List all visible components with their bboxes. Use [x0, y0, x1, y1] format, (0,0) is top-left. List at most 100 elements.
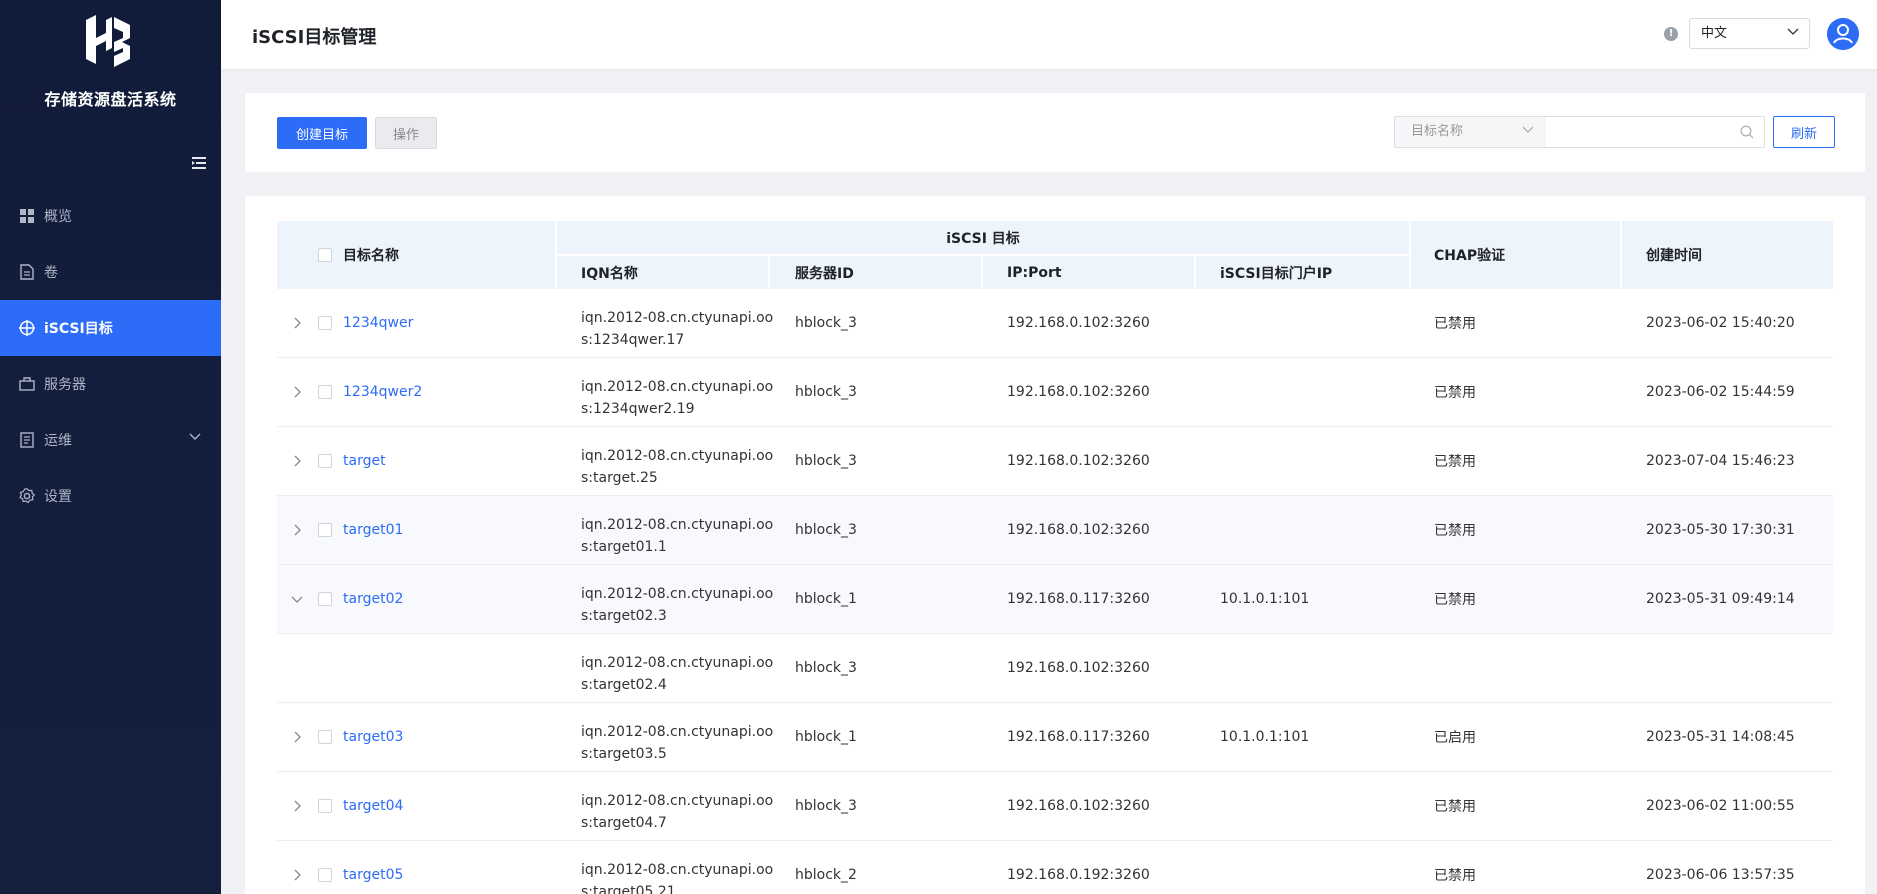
select-all-checkbox[interactable] — [318, 248, 332, 262]
server-id-cell: hblock_2 — [795, 867, 857, 883]
sidebar-item-settings[interactable]: 设置 — [0, 468, 221, 524]
target-name-link[interactable]: 1234qwer2 — [343, 384, 422, 400]
chevron-right-icon[interactable] — [291, 386, 303, 398]
portal-ip-cell: 10.1.0.1:101 — [1220, 591, 1310, 607]
chap-status-cell: 已启用 — [1434, 730, 1476, 746]
chevron-right-icon[interactable] — [291, 869, 303, 881]
sidebar-item-servers[interactable]: 服务器 — [0, 356, 221, 412]
refresh-button[interactable]: 刷新 — [1773, 116, 1835, 148]
target-icon — [18, 319, 36, 337]
search-icon[interactable] — [1740, 125, 1754, 139]
menu-collapse-icon[interactable] — [192, 156, 208, 170]
chevron-right-icon[interactable] — [291, 455, 303, 467]
language-select[interactable]: 中文 — [1689, 18, 1810, 49]
table-row[interactable]: target04 iqn.2012-08.cn.ctyunapi.oo s:targ… — [277, 772, 1833, 841]
ip-port-cell: 192.168.0.102:3260 — [1007, 453, 1150, 469]
create-target-button[interactable]: 创建目标 — [277, 117, 367, 149]
created-time-cell: 2023-05-31 14:08:45 — [1646, 729, 1795, 745]
row-checkbox[interactable] — [318, 592, 332, 606]
server-id-cell: hblock_3 — [795, 453, 857, 469]
table-row[interactable]: 1234qwer2 iqn.2012-08.cn.ctyunapi.oo s:123… — [277, 358, 1833, 427]
language-value: 中文 — [1701, 26, 1728, 41]
server-id-cell: hblock_3 — [795, 315, 857, 331]
sidebar: 存储资源盘活系统 概览 卷 iSCSI目标 服务器 运维 设置 — [0, 0, 221, 894]
sidebar-item-iscsi-targets[interactable]: iSCSI目标 — [0, 300, 221, 356]
server-id-cell: hblock_1 — [795, 591, 857, 607]
chap-status-cell: 已禁用 — [1434, 592, 1476, 608]
toolbar: 创建目标 操作 目标名称 刷新 — [245, 93, 1865, 172]
table-row[interactable]: target05 iqn.2012-08.cn.ctyunapi.oo s:targ… — [277, 841, 1833, 894]
ip-port-cell: 192.168.0.102:3260 — [1007, 798, 1150, 814]
search-input[interactable] — [1546, 116, 1765, 148]
target-name-link[interactable]: 1234qwer — [343, 315, 413, 331]
iqn-cell: iqn.2012-08.cn.ctyunapi.oo s:target03.5 — [581, 709, 773, 765]
search-field-select[interactable]: 目标名称 — [1394, 116, 1547, 148]
search-field-value: 目标名称 — [1411, 124, 1464, 139]
info-icon[interactable]: ! — [1664, 27, 1678, 41]
server-id-cell: hblock_3 — [795, 522, 857, 538]
chevron-right-icon[interactable] — [291, 731, 303, 743]
created-time-cell: 2023-06-02 15:44:59 — [1646, 384, 1795, 400]
created-time-cell: 2023-06-02 11:00:55 — [1646, 798, 1795, 814]
header-iqn: IQN名称 — [581, 265, 638, 282]
iqn-line-2: s:target02.4 — [581, 677, 667, 693]
table-row[interactable]: target01 iqn.2012-08.cn.ctyunapi.oo s:targ… — [277, 496, 1833, 565]
targets-table: 目标名称 iSCSI 目标 IQN名称 服务器ID IP:Port iSCSI目… — [245, 196, 1865, 894]
iqn-line-1: iqn.2012-08.cn.ctyunapi.oo — [581, 862, 774, 878]
server-id-cell: hblock_1 — [795, 729, 857, 745]
portal-ip-cell: 10.1.0.1:101 — [1220, 729, 1310, 745]
chap-status-cell: 已禁用 — [1434, 799, 1476, 815]
table-row[interactable]: iqn.2012-08.cn.ctyunapi.oo s:target02.4 hb… — [277, 634, 1833, 703]
iqn-line-2: s:target03.5 — [581, 746, 667, 762]
sidebar-item-volumes[interactable]: 卷 — [0, 244, 221, 300]
iqn-line-2: s:target01.1 — [581, 539, 667, 555]
target-name-link[interactable]: target — [343, 453, 386, 469]
target-name-link[interactable]: target01 — [343, 522, 403, 538]
chevron-right-icon[interactable] — [291, 524, 303, 536]
target-name-link[interactable]: target05 — [343, 867, 403, 883]
row-checkbox[interactable] — [318, 523, 332, 537]
iqn-cell: iqn.2012-08.cn.ctyunapi.oo s:target01.1 — [581, 502, 773, 558]
page-title: iSCSI目标管理 — [252, 27, 377, 48]
iqn-line-2: s:target02.3 — [581, 608, 667, 624]
table-row[interactable]: 1234qwer iqn.2012-08.cn.ctyunapi.oo s:1234… — [277, 289, 1833, 358]
user-avatar-icon[interactable] — [1827, 18, 1859, 50]
sidebar-item-ops[interactable]: 运维 — [0, 412, 221, 468]
chap-status-cell: 已禁用 — [1434, 868, 1476, 884]
ip-port-cell: 192.168.0.117:3260 — [1007, 729, 1150, 745]
table-row[interactable]: target02 iqn.2012-08.cn.ctyunapi.oo s:targ… — [277, 565, 1833, 634]
sidebar-item-overview[interactable]: 概览 — [0, 188, 221, 244]
chevron-right-icon[interactable] — [291, 317, 303, 329]
chevron-down-icon[interactable] — [291, 593, 303, 605]
sidebar-item-label: 运维 — [44, 433, 72, 449]
row-checkbox[interactable] — [318, 868, 332, 882]
iqn-line-2: s:1234qwer2.19 — [581, 401, 695, 417]
server-id-cell: hblock_3 — [795, 798, 857, 814]
sidebar-item-label: 设置 — [44, 489, 72, 505]
created-time-cell: 2023-05-31 09:49:14 — [1646, 591, 1795, 607]
row-checkbox[interactable] — [318, 385, 332, 399]
top-header: iSCSI目标管理 ! 中文 — [221, 0, 1877, 69]
target-name-link[interactable]: target04 — [343, 798, 403, 814]
iqn-line-1: iqn.2012-08.cn.ctyunapi.oo — [581, 793, 774, 809]
ip-port-cell: 192.168.0.102:3260 — [1007, 315, 1150, 331]
row-checkbox[interactable] — [318, 454, 332, 468]
row-checkbox[interactable] — [318, 799, 332, 813]
table-row[interactable]: target iqn.2012-08.cn.ctyunapi.oo s:target… — [277, 427, 1833, 496]
created-time-cell: 2023-06-06 13:57:35 — [1646, 867, 1795, 883]
target-name-link[interactable]: target02 — [343, 591, 403, 607]
table-row[interactable]: target03 iqn.2012-08.cn.ctyunapi.oo s:targ… — [277, 703, 1833, 772]
iqn-cell: iqn.2012-08.cn.ctyunapi.oo s:1234qwer.17 — [581, 295, 773, 351]
header-server-id: 服务器ID — [795, 265, 854, 282]
iqn-line-1: iqn.2012-08.cn.ctyunapi.oo — [581, 586, 774, 602]
chevron-right-icon[interactable] — [291, 800, 303, 812]
iqn-cell: iqn.2012-08.cn.ctyunapi.oo s:target02.3 — [581, 571, 773, 627]
header-created-time[interactable]: 创建时间 — [1646, 221, 1702, 289]
row-checkbox[interactable] — [318, 730, 332, 744]
action-button[interactable]: 操作 — [375, 117, 437, 149]
sidebar-nav: 概览 卷 iSCSI目标 服务器 运维 设置 — [0, 188, 221, 524]
target-name-link[interactable]: target03 — [343, 729, 403, 745]
row-checkbox[interactable] — [318, 316, 332, 330]
chap-status-cell: 已禁用 — [1434, 316, 1476, 332]
header-target-name[interactable]: 目标名称 — [343, 221, 399, 289]
